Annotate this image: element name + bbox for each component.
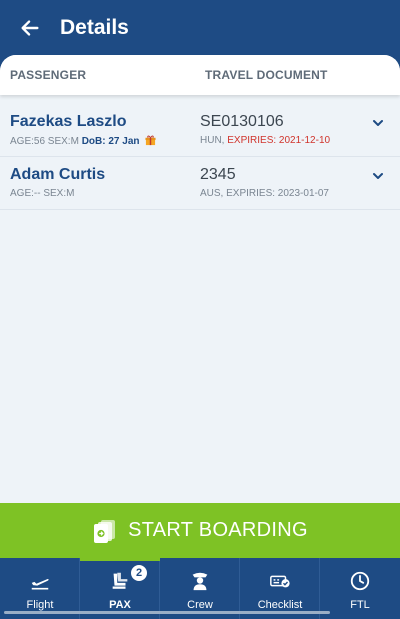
document-expiry: EXPIRIES: 2023-01-07 xyxy=(226,188,329,199)
gift-icon xyxy=(145,135,156,146)
passenger-meta: AGE:56 SEX:M DoB: 27 Jan xyxy=(10,135,156,147)
arrow-left-icon xyxy=(21,20,39,36)
page-title: Details xyxy=(60,16,129,39)
seats-icon xyxy=(112,572,128,589)
plane-takeoff-icon xyxy=(31,579,49,590)
passenger-age-sex: AGE:-- SEX:M xyxy=(10,188,75,199)
clock-icon xyxy=(350,571,370,591)
passenger-meta: AGE:-- SEX:M xyxy=(10,188,74,199)
document-number: 2345 xyxy=(200,166,236,183)
start-boarding-label: START BOARDING xyxy=(128,519,308,541)
document-expiry: EXPIRIES: 2021-12-10 xyxy=(227,135,331,146)
passenger-name: Adam Curtis xyxy=(10,166,106,183)
travel-document-column-label: TRAVEL DOCUMENT xyxy=(205,68,328,82)
tab-flight[interactable]: Flight xyxy=(0,558,80,619)
tab-label: Flight xyxy=(26,599,54,611)
pax-count-badge: 2 xyxy=(131,565,147,581)
tab-crew[interactable]: Crew xyxy=(160,558,240,619)
checklist-icon xyxy=(270,575,290,588)
tab-checklist[interactable]: Checklist xyxy=(240,558,320,619)
tab-label: Checklist xyxy=(257,599,303,611)
document-meta: AUS, EXPIRIES: 2023-01-07 xyxy=(200,188,329,199)
document-number: SE0130106 xyxy=(200,113,284,130)
document-meta: HUN, EXPIRIES: 2021-12-10 xyxy=(200,135,330,146)
chevron-down-icon[interactable] xyxy=(370,115,386,131)
home-indicator xyxy=(4,611,330,614)
passenger-row[interactable]: Fazekas Laszlo AGE:56 SEX:M DoB: 27 Jan … xyxy=(0,105,400,157)
start-boarding-button[interactable]: START BOARDING xyxy=(0,503,400,558)
chevron-down-icon[interactable] xyxy=(370,168,386,184)
tab-label: Crew xyxy=(187,599,213,611)
tab-label: FTL xyxy=(350,599,370,611)
document-country: AUS, xyxy=(200,188,224,199)
bottom-tab-bar: Flight 2 PAX Crew Checklist FTL xyxy=(0,558,400,619)
passenger-column-label: PASSENGER xyxy=(10,68,87,82)
column-header: PASSENGER TRAVEL DOCUMENT xyxy=(0,55,400,95)
tab-label: PAX xyxy=(109,599,131,611)
boarding-passes-icon xyxy=(94,519,116,543)
passenger-card: PASSENGER TRAVEL DOCUMENT Fazekas Laszlo… xyxy=(0,55,400,505)
passenger-age-sex: AGE:56 SEX:M xyxy=(10,136,79,147)
tab-pax[interactable]: 2 PAX xyxy=(80,558,160,619)
document-country: HUN, xyxy=(200,135,225,146)
passenger-row[interactable]: Adam Curtis AGE:-- SEX:M 2345 AUS, EXPIR… xyxy=(0,158,400,210)
pilot-icon xyxy=(192,572,208,591)
passenger-dob: DoB: 27 Jan xyxy=(81,136,140,147)
tab-ftl[interactable]: FTL xyxy=(320,558,400,619)
passenger-name: Fazekas Laszlo xyxy=(10,113,127,130)
back-button[interactable] xyxy=(16,14,44,42)
